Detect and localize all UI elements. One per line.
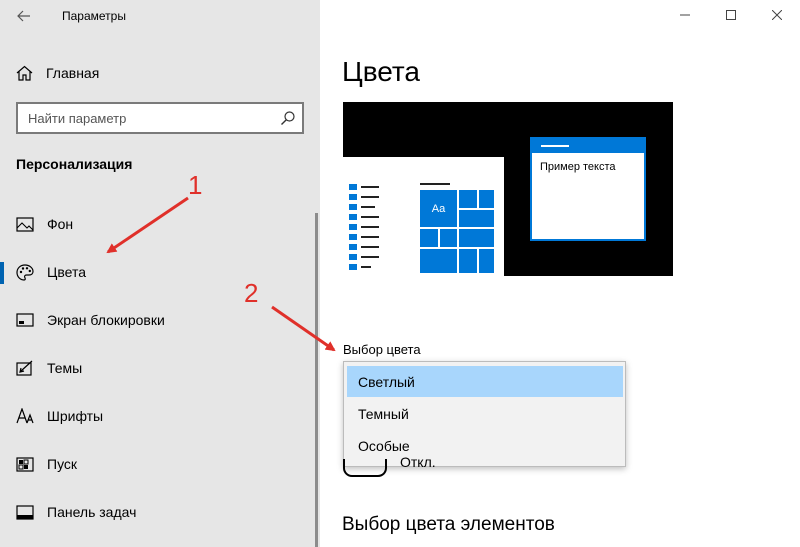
preview-tile (479, 190, 494, 208)
close-button[interactable] (754, 0, 800, 30)
preview-tile (479, 249, 494, 273)
preview-window-text: Пример текста (540, 161, 616, 173)
sidebar-item-themes[interactable]: Темы (0, 348, 316, 388)
page-title: Цвета (342, 56, 420, 87)
sidebar-item-label: Панель задач (47, 504, 137, 520)
dropdown-option-custom[interactable]: Особые (347, 430, 623, 461)
sidebar-item-label: Экран блокировки (47, 312, 165, 328)
palette-icon (16, 263, 34, 281)
preview-tile-aa: Aa (420, 190, 457, 227)
annotation-number-1: 1 (188, 170, 203, 200)
section-title: Персонализация (16, 156, 133, 172)
sidebar-item-label: Пуск (47, 456, 78, 472)
start-icon (16, 456, 34, 472)
sidebar-item-label: Фон (47, 216, 74, 232)
preview-tile (459, 190, 477, 208)
sidebar-scrollbar[interactable] (315, 213, 318, 547)
taskbar-icon (16, 504, 34, 520)
sidebar-item-start[interactable]: Пуск (0, 444, 316, 484)
sidebar-item-background[interactable]: Фон (0, 204, 316, 244)
dropdown-option-light[interactable]: Светлый (347, 366, 623, 397)
preview-tile (420, 229, 438, 247)
sidebar-item-home[interactable]: Главная (16, 62, 99, 84)
color-choice-dropdown[interactable]: Светлый Темный Особые (343, 361, 626, 467)
fonts-icon (16, 408, 34, 424)
back-arrow-icon (17, 10, 30, 22)
app-title: Параметры (62, 9, 126, 23)
back-button[interactable] (10, 5, 38, 27)
maximize-button[interactable] (708, 0, 754, 30)
picture-icon (16, 216, 34, 232)
sidebar-item-label: Цвета (47, 264, 86, 280)
window-controls (662, 0, 800, 30)
annotation-number-2: 2 (244, 278, 259, 308)
maximize-icon (726, 10, 736, 20)
sidebar-item-taskbar[interactable]: Панель задач (0, 492, 316, 532)
section-title-accent: Выбор цвета элементов (342, 514, 555, 535)
sidebar-item-fonts[interactable]: Шрифты (0, 396, 316, 436)
dropdown-option-dark[interactable]: Темный (347, 398, 623, 429)
transparency-toggle[interactable] (343, 459, 387, 477)
search-input[interactable] (18, 104, 268, 132)
minimize-icon (680, 14, 690, 16)
active-indicator (0, 262, 4, 284)
sidebar-item-colors[interactable]: Цвета (0, 252, 316, 292)
theme-preview: Aa Пример текста (343, 102, 673, 276)
preview-tile-header (420, 183, 450, 185)
preview-tile (459, 249, 477, 273)
lockscreen-icon (16, 312, 34, 328)
home-icon (16, 65, 33, 81)
sidebar: Параметры Главная Персонализация Фон Цве… (0, 0, 320, 547)
close-icon (772, 10, 782, 20)
toggle-state-text: Откл. (400, 457, 436, 467)
themes-icon (16, 360, 34, 376)
sidebar-item-label: Темы (47, 360, 83, 376)
preview-tile (459, 210, 494, 227)
preview-tile (420, 249, 457, 273)
color-choice-label: Выбор цвета (343, 342, 421, 357)
search-icon[interactable] (280, 110, 296, 126)
preview-window: Пример текста (530, 137, 646, 241)
search-box (16, 102, 304, 134)
sidebar-item-home-label: Главная (46, 65, 100, 81)
preview-window-titlebar (532, 139, 644, 153)
sidebar-item-label: Шрифты (47, 408, 104, 424)
preview-tile (459, 229, 494, 247)
preview-tile (440, 229, 457, 247)
sidebar-item-lockscreen[interactable]: Экран блокировки (0, 300, 316, 340)
minimize-button[interactable] (662, 0, 708, 30)
